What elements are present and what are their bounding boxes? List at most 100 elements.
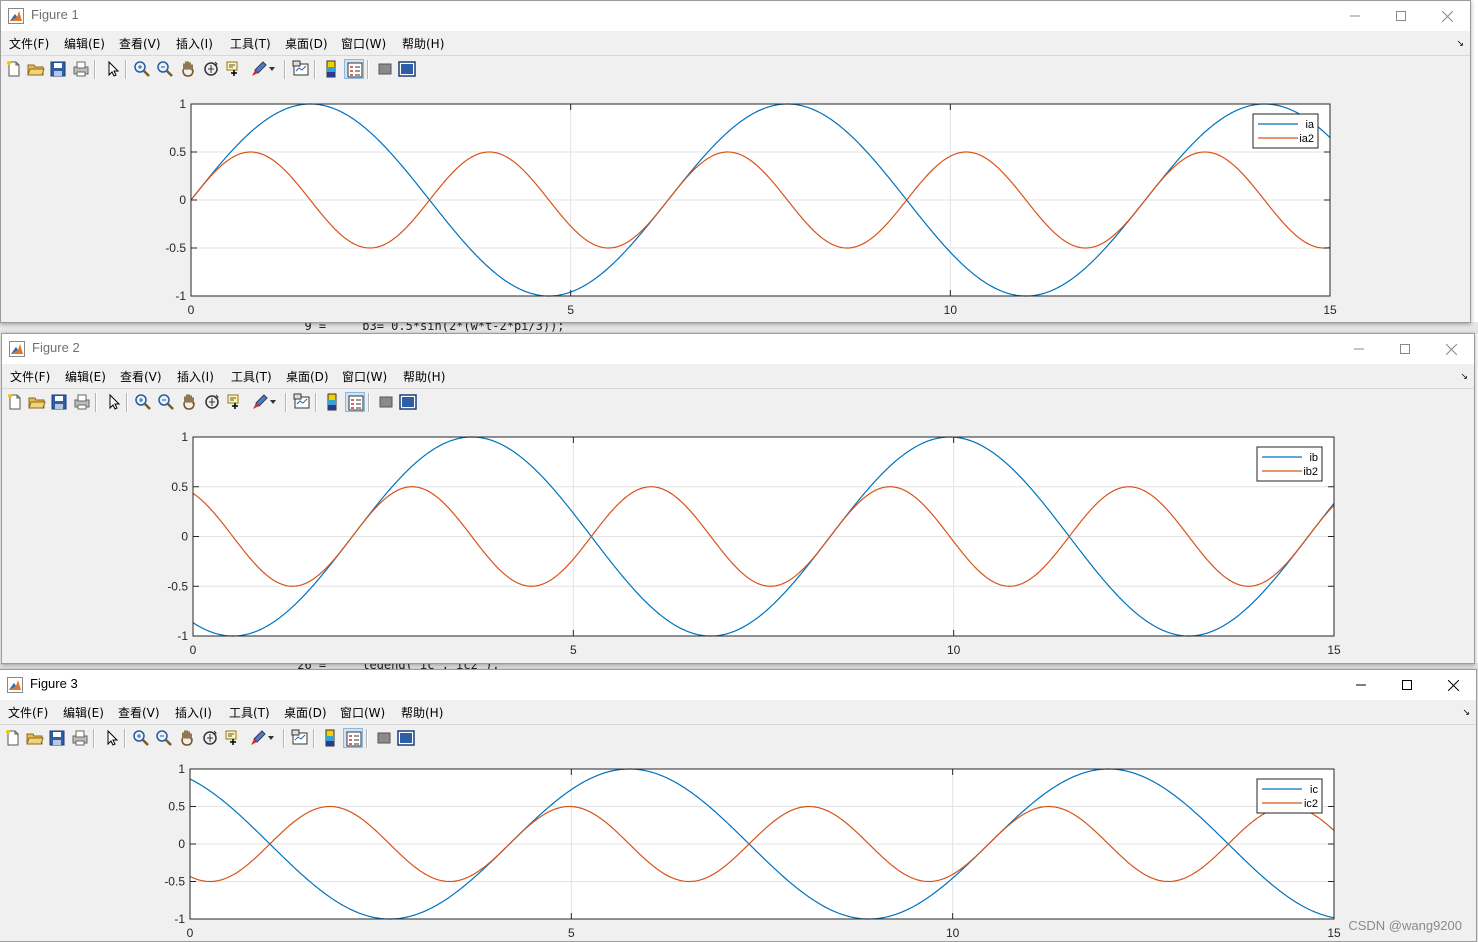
menu-tools[interactable]: 工具(T) [231, 368, 272, 385]
line-chart[interactable]: 0 5 10 15 1 0.5 0 -0.5 -1 ic ic2 [0, 752, 1476, 942]
edit-plot-arrow-button[interactable] [102, 728, 122, 748]
legend[interactable]: ic ic2 [1256, 778, 1323, 814]
data-cursor-button[interactable] [223, 728, 243, 748]
zoom-in-button[interactable] [133, 392, 153, 412]
minimize-button[interactable] [1332, 1, 1378, 31]
menu-help[interactable]: 帮助(H) [401, 704, 443, 721]
menu-file[interactable]: 文件(F) [8, 704, 48, 721]
insert-legend-button[interactable] [344, 59, 364, 79]
show-plot-tools-button[interactable] [397, 59, 417, 79]
new-figure-button[interactable] [3, 728, 23, 748]
show-plot-tools-button[interactable] [396, 728, 416, 748]
line-chart[interactable]: 0 5 10 15 1 0.5 0 -0.5 -1 ia ia2 [1, 83, 1470, 323]
menu-file[interactable]: 文件(F) [9, 35, 49, 52]
hide-plot-tools-button[interactable] [375, 59, 395, 79]
data-cursor-button[interactable] [225, 392, 245, 412]
menu-file[interactable]: 文件(F) [10, 368, 50, 385]
pan-hand-button[interactable] [177, 728, 197, 748]
menu-window[interactable]: 窗口(W) [341, 35, 386, 52]
menu-view[interactable]: 查看(V) [119, 35, 161, 52]
save-button[interactable] [48, 59, 68, 79]
brush-dropdown-button[interactable] [267, 728, 276, 748]
menu-edit[interactable]: 编辑(E) [65, 368, 106, 385]
menu-desktop[interactable]: 桌面(D) [286, 368, 329, 385]
new-figure-button[interactable] [4, 59, 24, 79]
menu-insert[interactable]: 插入(I) [177, 368, 214, 385]
zoom-out-button[interactable] [156, 392, 176, 412]
save-button[interactable] [49, 392, 69, 412]
minimize-button[interactable] [1336, 334, 1382, 364]
hide-plot-tools-button[interactable] [374, 728, 394, 748]
rotate-3d-button[interactable] [200, 728, 220, 748]
zoom-in-button[interactable] [131, 728, 151, 748]
rotate-3d-button[interactable] [201, 59, 221, 79]
show-plot-tools-button[interactable] [398, 392, 418, 412]
edit-plot-arrow-button[interactable] [104, 392, 124, 412]
menu-desktop[interactable]: 桌面(D) [284, 704, 327, 721]
new-figure-button[interactable] [5, 392, 25, 412]
zoom-out-button[interactable] [155, 59, 175, 79]
minimize-button[interactable] [1338, 670, 1384, 700]
zoom-in-button[interactable] [132, 59, 152, 79]
open-file-button[interactable] [26, 59, 46, 79]
menu-desktop[interactable]: 桌面(D) [285, 35, 328, 52]
insert-legend-button[interactable] [343, 728, 363, 748]
print-button[interactable] [72, 392, 92, 412]
menu-expand-icon[interactable]: ↘ [1462, 708, 1470, 718]
menu-tools[interactable]: 工具(T) [229, 704, 270, 721]
zoom-out-icon [158, 394, 174, 410]
link-plot-button[interactable] [292, 392, 312, 412]
brush-button[interactable] [248, 728, 268, 748]
print-button[interactable] [70, 728, 90, 748]
menu-help[interactable]: 帮助(H) [403, 368, 445, 385]
brush-button[interactable] [250, 392, 270, 412]
close-button[interactable] [1430, 670, 1476, 700]
insert-legend-button[interactable] [345, 392, 365, 412]
brush-dropdown-button[interactable] [269, 392, 278, 412]
open-file-button[interactable] [27, 392, 47, 412]
figure-window-2[interactable]: Figure 2 文件(F) 编辑(E) 查看(V) 插入(I) 工具(T) 桌… [1, 333, 1475, 664]
open-file-button[interactable] [25, 728, 45, 748]
figure-window-1[interactable]: Figure 1 文件(F) 编辑(E) 查看(V) 插入(I) 工具(T) 桌… [0, 0, 1471, 323]
print-button[interactable] [71, 59, 91, 79]
menu-tools[interactable]: 工具(T) [230, 35, 271, 52]
legend[interactable]: ib ib2 [1256, 446, 1323, 482]
menu-window[interactable]: 窗口(W) [342, 368, 387, 385]
insert-colorbar-button[interactable] [322, 392, 342, 412]
hide-plot-tools-button[interactable] [376, 392, 396, 412]
pan-hand-button[interactable] [178, 59, 198, 79]
figure-window-3[interactable]: Figure 3 文件(F) 编辑(E) 查看(V) 插入(I) 工具(T) 桌… [0, 669, 1477, 942]
link-plot-button[interactable] [291, 59, 311, 79]
close-button[interactable] [1424, 1, 1470, 31]
zoom-out-button[interactable] [154, 728, 174, 748]
pan-hand-button[interactable] [179, 392, 199, 412]
menu-window[interactable]: 窗口(W) [340, 704, 385, 721]
line-chart[interactable]: 0 5 10 15 1 0.5 0 -0.5 -1 ib ib2 [2, 416, 1474, 664]
menu-edit[interactable]: 编辑(E) [64, 35, 105, 52]
menu-insert[interactable]: 插入(I) [176, 35, 213, 52]
insert-colorbar-button[interactable] [321, 59, 341, 79]
legend[interactable]: ia ia2 [1252, 113, 1319, 149]
save-button[interactable] [47, 728, 67, 748]
edit-plot-arrow-button[interactable] [103, 59, 123, 79]
insert-colorbar-button[interactable] [320, 728, 340, 748]
title-bar[interactable]: Figure 3 [0, 670, 1476, 700]
data-cursor-button[interactable] [224, 59, 244, 79]
menu-view[interactable]: 查看(V) [120, 368, 162, 385]
menu-help[interactable]: 帮助(H) [402, 35, 444, 52]
brush-button[interactable] [249, 59, 269, 79]
title-bar[interactable]: Figure 1 [1, 1, 1470, 31]
menu-expand-icon[interactable]: ↘ [1456, 39, 1464, 49]
rotate-3d-button[interactable] [202, 392, 222, 412]
close-button[interactable] [1428, 334, 1474, 364]
maximize-button[interactable] [1382, 334, 1428, 364]
title-bar[interactable]: Figure 2 [2, 334, 1474, 364]
menu-edit[interactable]: 编辑(E) [63, 704, 104, 721]
menu-expand-icon[interactable]: ↘ [1460, 372, 1468, 382]
maximize-button[interactable] [1384, 670, 1430, 700]
brush-dropdown-button[interactable] [268, 59, 277, 79]
menu-view[interactable]: 查看(V) [118, 704, 160, 721]
menu-insert[interactable]: 插入(I) [175, 704, 212, 721]
link-plot-button[interactable] [290, 728, 310, 748]
maximize-button[interactable] [1378, 1, 1424, 31]
